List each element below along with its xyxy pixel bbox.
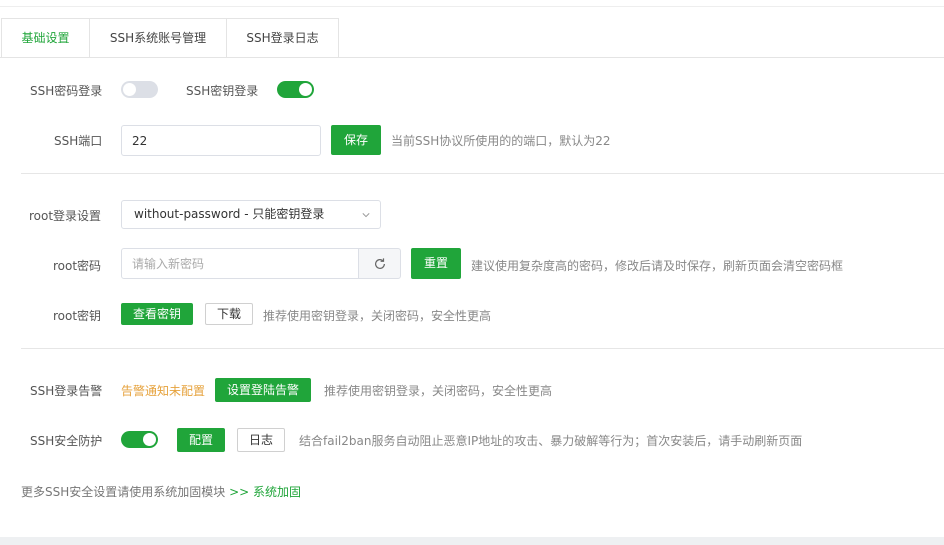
view-key-button[interactable]: 查看密钥 — [121, 303, 193, 325]
root-password-input[interactable] — [121, 248, 359, 279]
footer-text: 更多SSH安全设置请使用系统加固模块 — [21, 485, 226, 499]
tab-baseline — [0, 57, 944, 58]
ssh-alert-label: SSH登录告警 — [30, 384, 103, 398]
ssh-protect-hint: 结合fail2ban服务自动阻止恶意IP地址的攻击、暴力破解等行为；首次安装后，… — [299, 434, 803, 448]
ssh-alert-hint: 推荐使用密钥登录，关闭密码，安全性更高 — [324, 384, 553, 398]
tab-ssh-login-log[interactable]: SSH登录日志 — [227, 18, 339, 57]
reset-password-button[interactable]: 重置 — [411, 248, 461, 279]
protect-log-button[interactable]: 日志 — [237, 428, 285, 452]
section-divider-1 — [21, 173, 944, 174]
root-password-hint: 建议使用复杂度高的密码，修改后请及时保存，刷新页面会清空密码框 — [471, 259, 844, 273]
bottom-bar — [0, 537, 944, 545]
protect-config-button[interactable]: 配置 — [177, 428, 225, 452]
top-divider — [0, 6, 944, 7]
tab-bar: 基础设置 SSH系统账号管理 SSH登录日志 — [0, 18, 944, 58]
root-login-select[interactable]: without-password - 只能密钥登录 — [121, 200, 381, 229]
section-divider-2 — [21, 348, 944, 349]
root-password-label: root密码 — [53, 259, 102, 273]
root-key-hint: 推荐使用密钥登录，关闭密码，安全性更高 — [263, 309, 492, 323]
set-login-alert-button[interactable]: 设置登陆告警 — [215, 378, 311, 402]
generate-password-button[interactable] — [358, 248, 401, 279]
ssh-alert-status: 告警通知未配置 — [121, 384, 206, 398]
ssh-key-login-toggle[interactable] — [277, 81, 314, 98]
footer-note: 更多SSH安全设置请使用系统加固模块 >> 系统加固 — [21, 483, 301, 500]
ssh-password-login-label: SSH密码登录 — [30, 84, 103, 98]
tab-ssh-accounts[interactable]: SSH系统账号管理 — [90, 18, 227, 57]
ssh-port-label: SSH端口 — [54, 134, 103, 148]
system-hardening-link[interactable]: >> 系统加固 — [229, 485, 301, 499]
tab-basic-settings[interactable]: 基础设置 — [1, 18, 90, 58]
root-key-label: root密钥 — [53, 309, 102, 323]
ssh-protect-label: SSH安全防护 — [30, 434, 103, 448]
save-port-button[interactable]: 保存 — [331, 125, 381, 155]
refresh-icon — [375, 258, 385, 269]
chevron-down-icon — [362, 213, 370, 218]
ssh-port-hint: 当前SSH协议所使用的的端口，默认为22 — [391, 134, 611, 148]
root-login-selected-value: without-password - 只能密钥登录 — [134, 207, 325, 221]
download-key-button[interactable]: 下载 — [205, 303, 253, 325]
ssh-port-input[interactable] — [121, 125, 321, 156]
ssh-protect-toggle[interactable] — [121, 431, 158, 448]
root-login-label: root登录设置 — [29, 209, 102, 223]
ssh-password-login-toggle[interactable] — [121, 81, 158, 98]
ssh-key-login-label: SSH密钥登录 — [186, 84, 259, 98]
